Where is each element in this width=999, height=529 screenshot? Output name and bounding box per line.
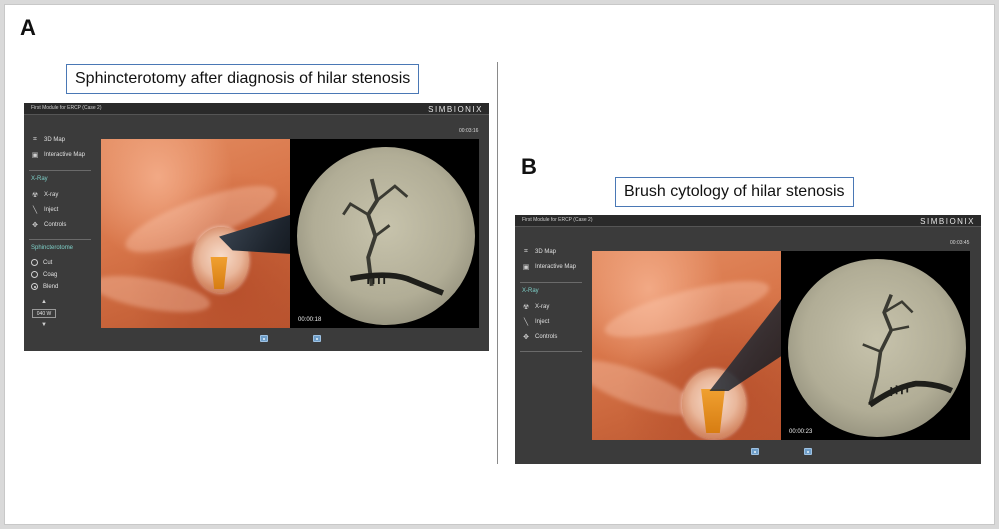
syringe-icon: ╲ [32,207,38,214]
power-up-arrow-icon[interactable]: ▲ [41,299,47,305]
menu-3d-map[interactable]: ⌗ 3D Map [522,248,556,256]
menu-controls-label: Controls [44,222,67,228]
menu-inject-label: Inject [44,207,59,213]
menu-divider [520,282,582,283]
mucosal-fold [600,269,774,349]
move-arrows-icon: ✥ [523,334,529,341]
video-timestamp: 00:00:18 [298,317,322,323]
biliary-tree [342,178,445,296]
menu-interactive-map-label: Interactive Map [44,152,86,158]
menu-xray[interactable]: ☢ X-ray [522,303,549,311]
panel-a-letter: A [20,15,36,40]
title-bar: First Module for ERCP (Case 2) SIMBIONIX [24,103,489,115]
radio-blend-label: Blend [43,283,59,290]
move-arrows-icon: ✥ [32,222,38,229]
map-3d-icon: ⌗ [33,136,37,143]
video-timestamp: 00:00:23 [789,429,813,435]
brand-logo: SIMBIONIX [428,105,483,114]
menu-interactive-map[interactable]: ▣ Interactive Map [31,151,85,159]
simulator-window-a: First Module for ERCP (Case 2) SIMBIONIX… [24,103,489,351]
map-3d-icon: ⌗ [524,248,528,255]
menu-3d-map[interactable]: ⌗ 3D Map [31,136,65,144]
menu-divider [29,170,91,171]
fluoroscopy-circle [788,259,966,437]
panel-divider [497,62,498,464]
fluoroscopy-view: 00:00:23 [781,251,970,440]
module-title: First Module for ERCP (Case 2) [522,217,593,223]
menu-controls-label: Controls [535,334,558,340]
camera-icon[interactable] [313,335,321,342]
module-title: First Module for ERCP (Case 2) [31,105,102,111]
radio-blend[interactable]: Blend [31,283,58,290]
simulator-window-b: First Module for ERCP (Case 2) SIMBIONIX… [515,215,981,464]
interactive-map-icon: ▣ [31,152,39,159]
menu-xray-label: X-ray [535,304,550,310]
sphincterotome-section-label: Sphincterotome [31,245,74,251]
menu-xray-label: X-ray [44,192,59,198]
panel-b-caption: Brush cytology of hilar stenosis [615,177,854,207]
menu-controls[interactable]: ✥ Controls [31,221,66,229]
radio-coag-label: Coag [43,271,58,278]
radiation-icon: ☢ [31,192,39,199]
endoscopic-view [101,139,290,328]
radio-cut-label: Cut [43,259,53,266]
menu-xray[interactable]: ☢ X-ray [31,191,58,199]
menu-divider [29,239,91,240]
menu-3d-map-label: 3D Map [535,249,557,255]
radio-cut[interactable]: Cut [31,259,52,266]
syringe-icon: ╲ [523,319,529,326]
biliary-tree [862,293,954,408]
panel-b-letter: B [521,154,537,179]
menu-controls[interactable]: ✥ Controls [522,333,557,341]
endoscopic-view [592,251,781,440]
xray-section-label: X-Ray [522,288,539,294]
menu-3d-map-label: 3D Map [44,137,66,143]
session-timer: 00:03:45 [950,240,970,246]
brand-logo: SIMBIONIX [920,217,975,226]
title-bar: First Module for ERCP (Case 2) SIMBIONIX [515,215,981,227]
power-value: 040 W [32,309,56,318]
menu-interactive-map[interactable]: ▣ Interactive Map [522,263,576,271]
menu-inject-label: Inject [535,319,550,325]
radiation-icon: ☢ [522,304,530,311]
radio-coag-indicator [31,271,38,278]
menu-interactive-map-label: Interactive Map [535,264,577,270]
menu-inject[interactable]: ╲ Inject [31,206,58,214]
camera-icon[interactable] [260,335,268,342]
camera-icon[interactable] [751,448,759,455]
interactive-map-icon: ▣ [522,264,530,271]
fluoroscopy-circle [297,147,475,325]
power-down-arrow-icon[interactable]: ▼ [41,322,47,328]
radio-cut-indicator [31,259,38,266]
radio-coag[interactable]: Coag [31,271,57,278]
xray-section-label: X-Ray [31,176,48,182]
menu-divider [520,351,582,352]
camera-icon[interactable] [804,448,812,455]
radio-blend-indicator [31,283,38,290]
menu-inject[interactable]: ╲ Inject [522,318,549,326]
panel-a-caption: Sphincterotomy after diagnosis of hilar … [66,64,420,94]
fluoroscopy-view: 00:00:18 [290,139,479,328]
session-timer: 00:03:16 [459,128,479,134]
